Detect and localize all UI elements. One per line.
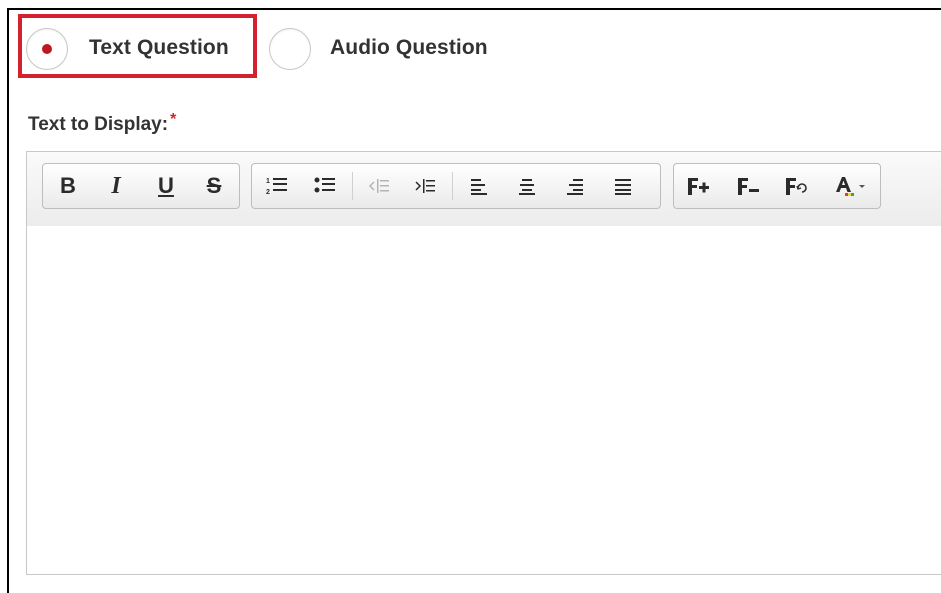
unordered-list-button[interactable] [308,164,342,208]
italic-icon: I [111,172,121,199]
outdent-icon [368,179,389,193]
toolbar-group-font [673,163,881,209]
bold-icon: B [60,173,76,198]
field-label-text: Text to Display: [28,114,169,135]
underline-icon: U [158,173,174,198]
italic-button[interactable]: I [101,164,131,208]
unordered-list-icon [314,177,335,193]
indent-icon [415,179,435,193]
align-right-button[interactable] [558,164,592,208]
font-color-icon [836,177,865,196]
editor-toolbar: B I U S 1 2 [27,152,941,227]
bold-button[interactable]: B [53,164,83,208]
font-size-reset-icon [786,178,807,195]
font-size-decrease-icon [738,178,759,195]
radio-selected-dot [42,44,52,54]
toolbar-group-text-style: B I U S [42,163,240,209]
indent-button[interactable] [408,164,442,208]
radio-audio-question[interactable] [269,28,311,70]
outdent-button[interactable] [362,164,396,208]
align-center-button[interactable] [510,164,544,208]
frame-border-left [7,8,9,593]
font-color-button[interactable] [828,164,872,208]
frame-border-top [7,8,941,10]
font-size-decrease-button[interactable] [730,164,766,208]
rich-text-editor: B I U S 1 2 [26,151,941,575]
font-size-increase-button[interactable] [680,164,716,208]
required-asterisk: * [170,111,177,128]
toolbar-separator [452,172,453,200]
toolbar-separator [352,172,353,200]
radio-text-question[interactable] [26,28,68,70]
align-left-button[interactable] [462,164,496,208]
radio-label-text-question[interactable]: Text Question [89,36,229,60]
align-center-icon [519,179,535,195]
strikethrough-button[interactable]: S [199,164,229,208]
svg-text:1: 1 [266,178,270,185]
align-left-icon [471,179,487,195]
svg-text:2: 2 [266,189,270,196]
toolbar-group-paragraph: 1 2 [251,163,661,209]
font-size-increase-icon [688,178,709,195]
text-to-display-label: Text to Display: * [28,111,177,136]
font-size-reset-button[interactable] [778,164,814,208]
radio-label-audio-question[interactable]: Audio Question [330,36,488,60]
align-right-icon [567,179,583,195]
underline-button[interactable]: U [151,164,181,208]
editor-content-area[interactable] [27,226,941,574]
justify-button[interactable] [606,164,640,208]
justify-icon [615,179,631,195]
ordered-list-icon: 1 2 [266,178,287,196]
strikethrough-icon: S [206,173,222,198]
ordered-list-button[interactable]: 1 2 [260,164,294,208]
